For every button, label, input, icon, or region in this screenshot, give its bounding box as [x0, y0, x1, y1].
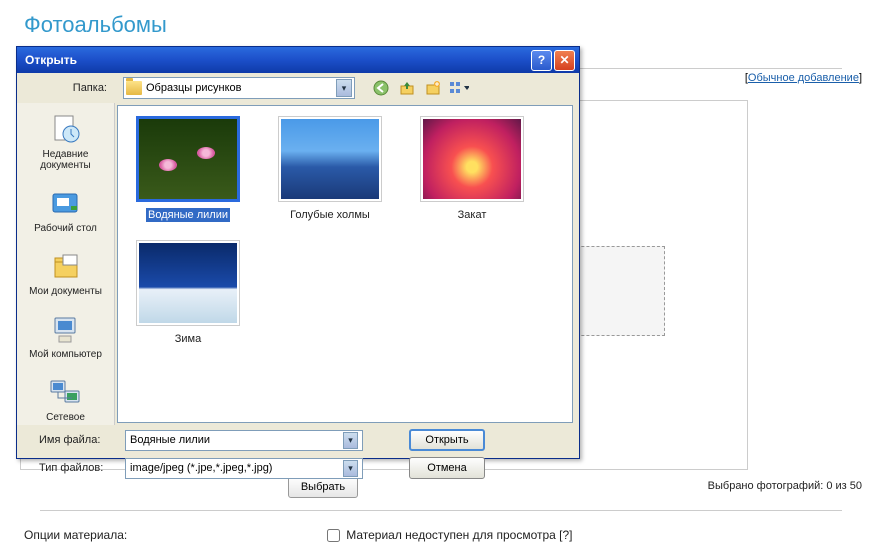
filename-value: Водяные лилии	[130, 434, 210, 446]
thumbnail-image	[139, 119, 237, 199]
thumbnail-image	[423, 119, 521, 199]
folder-value: Образцы рисунков	[146, 82, 242, 94]
up-folder-icon[interactable]	[397, 78, 417, 98]
thumbnail-caption: Голубые холмы	[288, 208, 372, 222]
dialog-title: Открыть	[25, 53, 77, 67]
filetype-dropdown[interactable]: image/jpeg (*.jpe,*.jpeg,*.jpg) ▾	[125, 458, 363, 479]
chevron-down-icon: ▾	[343, 432, 358, 449]
place-label: Сетевое	[19, 412, 112, 423]
dialog-bottom: Имя файла: Водяные лилии ▾ Открыть Тип ф…	[17, 425, 579, 493]
divider	[40, 510, 842, 511]
options-row: Опции материала: Материал недоступен для…	[24, 528, 573, 542]
filetype-label: Тип файлов:	[25, 462, 117, 474]
view-menu-icon[interactable]	[449, 78, 469, 98]
open-button[interactable]: Открыть	[409, 429, 485, 451]
thumbnail-caption: Водяные лилии	[146, 208, 230, 222]
file-list[interactable]: Водяные лилии Голубые холмы Закат Зима	[117, 105, 573, 423]
folder-label: Папка:	[25, 82, 117, 94]
place-label: Недавние документы	[19, 149, 112, 171]
material-unavailable-option[interactable]: Материал недоступен для просмотра [?]	[327, 528, 572, 542]
back-icon[interactable]	[371, 78, 391, 98]
thumbnail-caption: Зима	[173, 332, 203, 346]
help-button[interactable]: ?	[531, 50, 552, 71]
place-label: Мои документы	[19, 286, 112, 297]
filename-input[interactable]: Водяные лилии ▾	[125, 430, 363, 451]
chevron-down-icon: ▾	[336, 79, 352, 97]
page-title: Фотоальбомы	[0, 0, 882, 46]
thumbnail-image	[281, 119, 379, 199]
status-text: Выбрано фотографий: 0 из 50	[708, 480, 862, 492]
network-icon	[48, 376, 84, 410]
place-recent[interactable]: Недавние документы	[17, 107, 114, 181]
options-label: Опции материала:	[24, 528, 127, 542]
new-folder-icon[interactable]	[423, 78, 443, 98]
places-bar: Недавние документы Рабочий стол Мои доку…	[17, 103, 115, 425]
dialog-toolbar: Папка: Образцы рисунков ▾	[17, 73, 579, 103]
dialog-titlebar[interactable]: Открыть ? ✕	[17, 47, 579, 73]
file-thumbnail[interactable]: Зима	[128, 240, 248, 346]
chevron-down-icon: ▾	[343, 460, 358, 477]
place-mydocs[interactable]: Мои документы	[17, 244, 114, 307]
folder-dropdown[interactable]: Образцы рисунков ▾	[123, 77, 355, 99]
material-unavailable-label: Материал недоступен для просмотра [?]	[346, 528, 572, 542]
material-unavailable-checkbox[interactable]	[327, 529, 340, 542]
place-desktop[interactable]: Рабочий стол	[17, 181, 114, 244]
close-button[interactable]: ✕	[554, 50, 575, 71]
place-mycomputer[interactable]: Мой компьютер	[17, 307, 114, 370]
place-label: Рабочий стол	[19, 223, 112, 234]
mydocs-icon	[48, 250, 84, 284]
desktop-icon	[48, 187, 84, 221]
place-network[interactable]: Сетевое	[17, 370, 114, 433]
folder-icon	[126, 81, 142, 95]
file-thumbnail[interactable]: Закат	[412, 116, 532, 222]
place-label: Мой компьютер	[19, 349, 112, 360]
normal-add-link[interactable]: Обычное добавление	[748, 72, 859, 84]
file-thumbnail[interactable]: Голубые холмы	[270, 116, 390, 222]
filetype-value: image/jpeg (*.jpe,*.jpeg,*.jpg)	[130, 462, 272, 474]
cancel-button[interactable]: Отмена	[409, 457, 485, 479]
thumbnail-image	[139, 243, 237, 323]
top-link-container: [Обычное добавление]	[745, 72, 862, 84]
computer-icon	[48, 313, 84, 347]
open-file-dialog: Открыть ? ✕ Папка: Образцы рисунков ▾	[16, 46, 580, 459]
filename-label: Имя файла:	[25, 434, 117, 446]
thumbnail-caption: Закат	[456, 208, 489, 222]
file-thumbnail[interactable]: Водяные лилии	[128, 116, 248, 222]
recent-docs-icon	[48, 113, 84, 147]
